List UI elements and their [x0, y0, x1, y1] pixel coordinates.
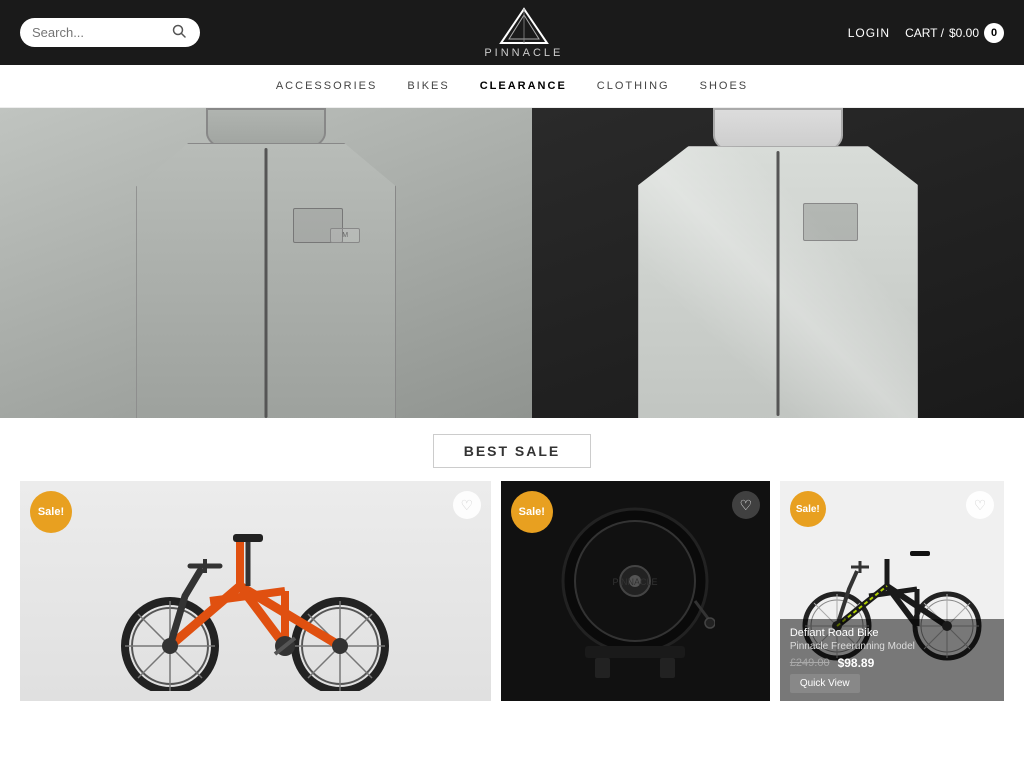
nav-bikes[interactable]: BIKES	[407, 80, 449, 92]
search-icon	[172, 24, 186, 38]
product-kids-bike: Sale! ♡	[20, 481, 491, 701]
logo[interactable]: PINNACLE	[484, 7, 563, 59]
search-container	[20, 18, 200, 47]
cart-button[interactable]: CART / $0.00 0	[905, 23, 1004, 43]
kids-bike-image	[85, 491, 425, 691]
sale-badge-trainer: Sale!	[511, 491, 553, 533]
wishlist-trainer[interactable]: ♡	[732, 491, 760, 519]
login-link[interactable]: LOGIN	[848, 26, 890, 40]
sale-badge-kids-bike: Sale!	[30, 491, 72, 533]
cart-count: 0	[984, 23, 1004, 43]
svg-text:PINNACLE: PINNACLE	[613, 577, 658, 587]
road-bike-overlay: Defiant Road Bike Pinnacle Freerunning M…	[780, 619, 1004, 701]
road-bike-new-price: $98.89	[838, 656, 875, 670]
hero-banner: M	[0, 108, 1024, 418]
cart-price: $0.00	[949, 26, 979, 40]
cart-label: CART /	[905, 26, 944, 40]
road-bike-title: Defiant Road Bike	[790, 627, 994, 639]
best-sale-label: BEST SALE	[433, 434, 592, 468]
logo-icon	[499, 7, 549, 45]
search-button[interactable]	[172, 24, 186, 41]
sale-badge-road-bike: Sale!	[790, 491, 826, 527]
hero-right-panel	[532, 108, 1024, 418]
product-trainer: PINNACLE Sale! ♡	[501, 481, 770, 701]
nav-clothing[interactable]: CLOTHING	[597, 80, 670, 92]
product-road-bike: Defiant Road Bike Pinnacle Freerunning M…	[780, 481, 1004, 701]
site-header: PINNACLE LOGIN CART / $0.00 0	[0, 0, 1024, 65]
nav-accessories[interactable]: ACCESSORIES	[276, 80, 377, 92]
search-input[interactable]	[32, 25, 172, 40]
wishlist-kids-bike[interactable]: ♡	[453, 491, 481, 519]
hero-left-panel: M	[0, 108, 532, 418]
nav-shoes[interactable]: SHOES	[700, 80, 749, 92]
road-bike-subtitle: Pinnacle Freerunning Model	[790, 641, 994, 652]
best-sale-section: BEST SALE	[0, 418, 1024, 716]
road-bike-old-price: £249.00	[790, 657, 830, 669]
road-bike-prices: £249.00 $98.89	[790, 656, 994, 670]
logo-text: PINNACLE	[484, 47, 563, 59]
header-actions: LOGIN CART / $0.00 0	[848, 23, 1004, 43]
nav-clearance[interactable]: CLEARANCE	[480, 80, 567, 92]
wishlist-road-bike[interactable]: ♡	[966, 491, 994, 519]
products-grid: Sale! ♡ PINNACLE	[0, 481, 1024, 701]
main-nav: ACCESSORIES BIKES CLEARANCE CLOTHING SHO…	[0, 65, 1024, 108]
best-sale-title-container: BEST SALE	[0, 443, 1024, 461]
trainer-image: PINNACLE	[555, 501, 715, 681]
quick-view-button[interactable]: Quick View	[790, 674, 860, 693]
